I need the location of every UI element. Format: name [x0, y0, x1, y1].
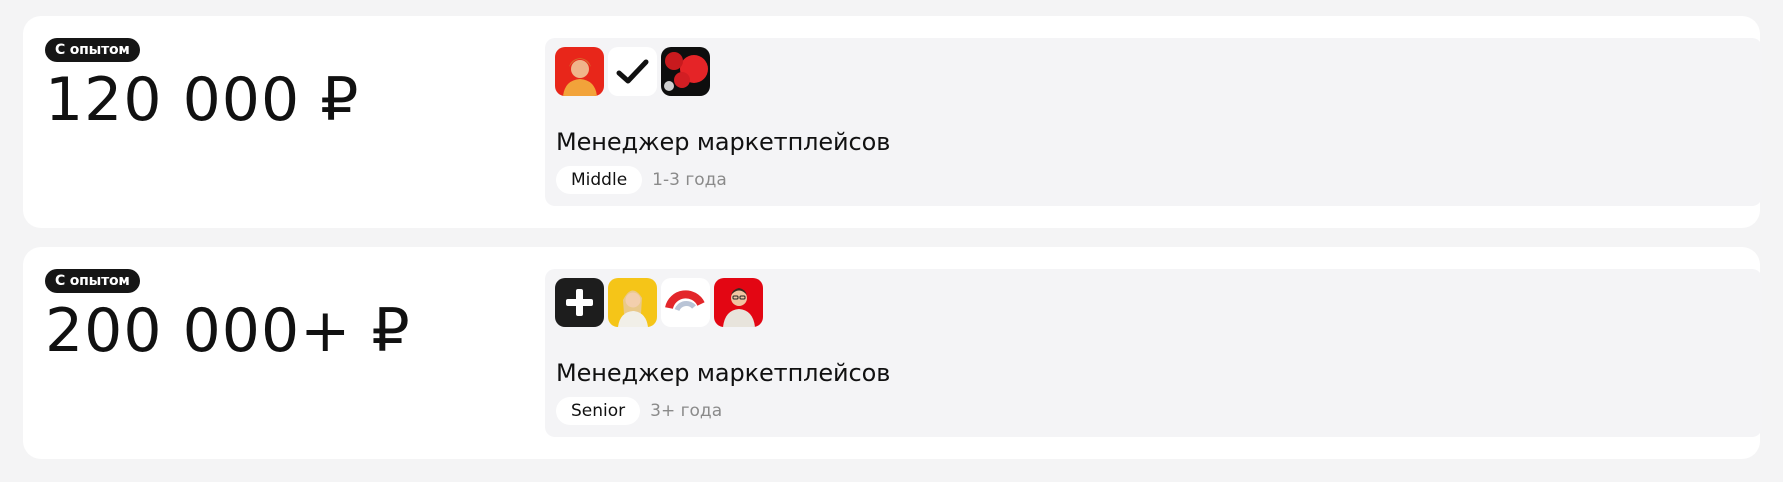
- checkmark-logo: [608, 47, 657, 96]
- man-avatar-red-logo: [714, 278, 763, 327]
- job-title: Менеджер маркетплейсов: [556, 128, 891, 156]
- salary-amount: 200 000+ ₽: [45, 296, 411, 366]
- experience-years: 3+ года: [650, 401, 723, 421]
- red-arc-logo: [661, 278, 710, 327]
- vacancy-list: С опытом 120 000 ₽ Менеджер маркетплейсо…: [23, 16, 1762, 478]
- level-tag: Middle: [556, 166, 643, 194]
- vacancy-meta: Senior 3+ года: [556, 397, 722, 425]
- experience-badge: С опытом: [45, 38, 140, 62]
- experience-years: 1-3 года: [652, 170, 727, 190]
- level-tag: Senior: [556, 397, 641, 425]
- vacancy-panel[interactable]: Менеджер маркетплейсов Middle 1-3 года: [545, 38, 1762, 206]
- company-logos: [555, 47, 710, 96]
- woman-avatar-yellow-logo: [608, 278, 657, 327]
- salary-amount: 120 000 ₽: [45, 65, 360, 135]
- experience-badge: С опытом: [45, 269, 140, 293]
- plus-logo: [555, 278, 604, 327]
- red-balloons-logo: [661, 47, 710, 96]
- salary-block: С опытом 120 000 ₽: [45, 38, 359, 133]
- company-logos: [555, 278, 763, 327]
- vacancy-card[interactable]: С опытом 200 000+ ₽ Менеджер маркетплейс…: [23, 247, 1762, 459]
- job-title: Менеджер маркетплейсов: [556, 359, 891, 387]
- woman-avatar-red-logo: [555, 47, 604, 96]
- vacancy-card[interactable]: С опытом 120 000 ₽ Менеджер маркетплейсо…: [23, 16, 1762, 228]
- salary-block: С опытом 200 000+ ₽: [45, 269, 411, 364]
- vacancy-meta: Middle 1-3 года: [556, 166, 727, 194]
- vacancy-panel[interactable]: Менеджер маркетплейсов Senior 3+ года: [545, 269, 1762, 437]
